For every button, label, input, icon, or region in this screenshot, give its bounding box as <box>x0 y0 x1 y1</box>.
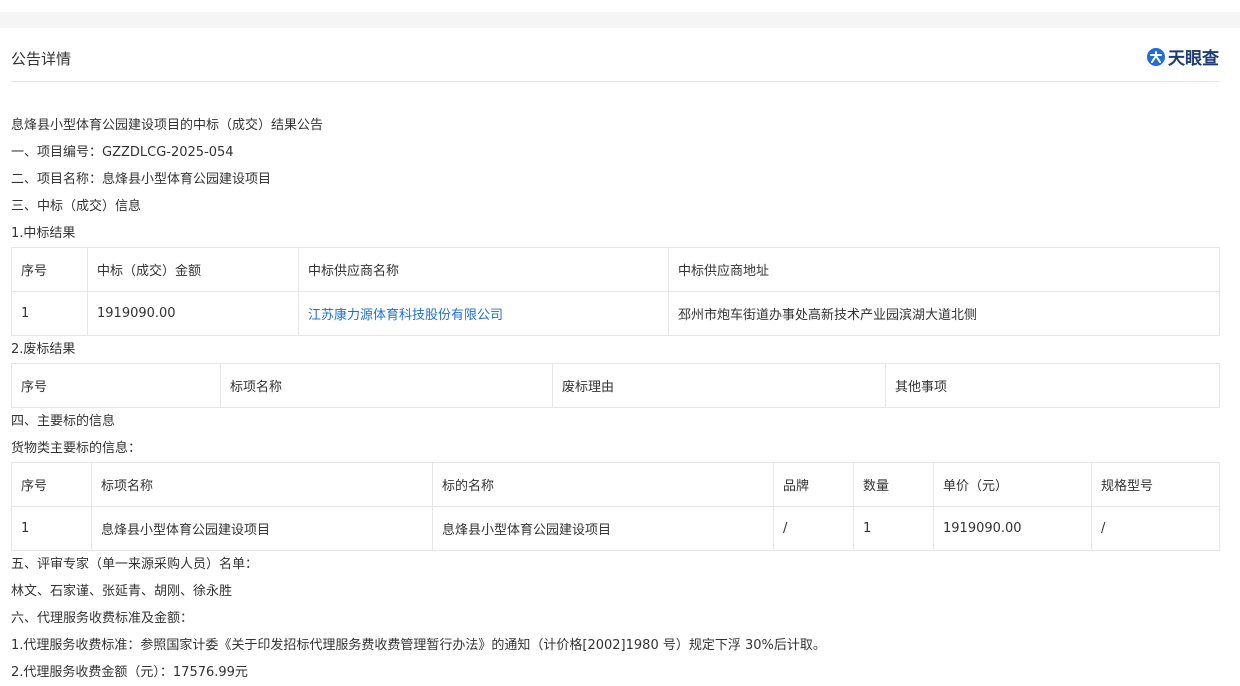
section-agency-fee: 六、代理服务收费标准及金额： <box>11 611 194 626</box>
table-header-cell: 标的名称 <box>432 462 774 507</box>
table-header-cell: 单价（元） <box>933 462 1092 507</box>
table-header-cell: 品牌 <box>773 462 854 507</box>
table-cell: 1 <box>11 291 88 336</box>
table-cell: 1 <box>853 506 934 551</box>
table-cell: / <box>1091 506 1220 551</box>
goods-table: 序号 标项名称 标的名称 品牌 数量 单价（元） 规格型号 1 息烽县小型体育公… <box>11 462 1220 551</box>
table-header-cell: 规格型号 <box>1091 462 1220 507</box>
supplier-name-cell: 江苏康力源体育科技股份有限公司 <box>298 291 669 336</box>
failed-result-table: 序号 标项名称 废标理由 其他事项 <box>11 363 1220 408</box>
table-header-cell: 中标供应商名称 <box>298 247 669 292</box>
table-header-row: 序号 中标（成交）金额 中标供应商名称 中标供应商地址 <box>11 247 1220 292</box>
table-header-cell: 序号 <box>11 247 88 292</box>
table-cell: 邳州市炮车街道办事处高新技术产业园滨湖大道北侧 <box>668 291 1220 336</box>
notice-title: 息烽县小型体育公园建设项目的中标（成交）结果公告 <box>11 118 324 133</box>
table-header-cell: 标项名称 <box>91 462 433 507</box>
table-header-row: 序号 标项名称 废标理由 其他事项 <box>11 363 1220 408</box>
project-number: 一、项目编号：GZZDLCG-2025-054 <box>11 145 234 160</box>
section-main-items: 四、主要标的信息 <box>11 414 116 429</box>
section-experts: 五、评审专家（单一来源采购人员）名单： <box>11 557 259 572</box>
table-cell: 息烽县小型体育公园建设项目 <box>432 506 774 551</box>
table-header-row: 序号 标项名称 标的名称 品牌 数量 单价（元） 规格型号 <box>11 462 1220 507</box>
supplier-link[interactable]: 江苏康力源体育科技股份有限公司 <box>308 308 503 323</box>
project-name: 二、项目名称：息烽县小型体育公园建设项目 <box>11 172 272 187</box>
table-header-cell: 数量 <box>853 462 934 507</box>
table-cell: 1 <box>11 506 92 551</box>
logo-icon <box>1147 47 1165 66</box>
section-winning-info: 三、中标（成交）信息 <box>11 199 142 214</box>
goods-label: 货物类主要标的信息： <box>11 441 142 456</box>
table-row: 1 1919090.00 江苏康力源体育科技股份有限公司 邳州市炮车街道办事处高… <box>11 291 1220 336</box>
table-cell: 1919090.00 <box>87 291 299 336</box>
tianyancha-logo[interactable]: 天眼查 <box>1146 44 1219 69</box>
table-header-cell: 其他事项 <box>885 363 1220 408</box>
subsection-failed-result: 2.废标结果 <box>11 342 76 357</box>
table-cell: / <box>773 506 854 551</box>
subsection-winning-result: 1.中标结果 <box>11 226 76 241</box>
table-header-cell: 废标理由 <box>552 363 886 408</box>
table-header-cell: 中标（成交）金额 <box>87 247 299 292</box>
table-cell: 1919090.00 <box>933 506 1092 551</box>
table-header-cell: 序号 <box>11 363 221 408</box>
notice-content: 息烽县小型体育公园建设项目的中标（成交）结果公告 一、项目编号：GZZDLCG-… <box>11 112 1220 686</box>
fee-standard: 1.代理服务收费标准：参照国家计委《关于印发招标代理服务费收费管理暂行办法》的通… <box>11 638 826 653</box>
table-header-cell: 序号 <box>11 462 92 507</box>
page-title: 公告详情 <box>11 50 72 68</box>
logo-text: 天眼查 <box>1168 49 1219 69</box>
winning-result-table: 序号 中标（成交）金额 中标供应商名称 中标供应商地址 1 1919090.00… <box>11 247 1220 336</box>
table-cell: 息烽县小型体育公园建设项目 <box>91 506 433 551</box>
experts-list: 林文、石家谨、张延青、胡刚、徐永胜 <box>11 584 233 599</box>
page-header: 公告详情 天眼查 <box>11 38 1219 82</box>
table-header-cell: 标项名称 <box>220 363 553 408</box>
top-bar <box>0 0 1240 28</box>
table-header-cell: 中标供应商地址 <box>668 247 1220 292</box>
table-row: 1 息烽县小型体育公园建设项目 息烽县小型体育公园建设项目 / 1 191909… <box>11 506 1220 551</box>
